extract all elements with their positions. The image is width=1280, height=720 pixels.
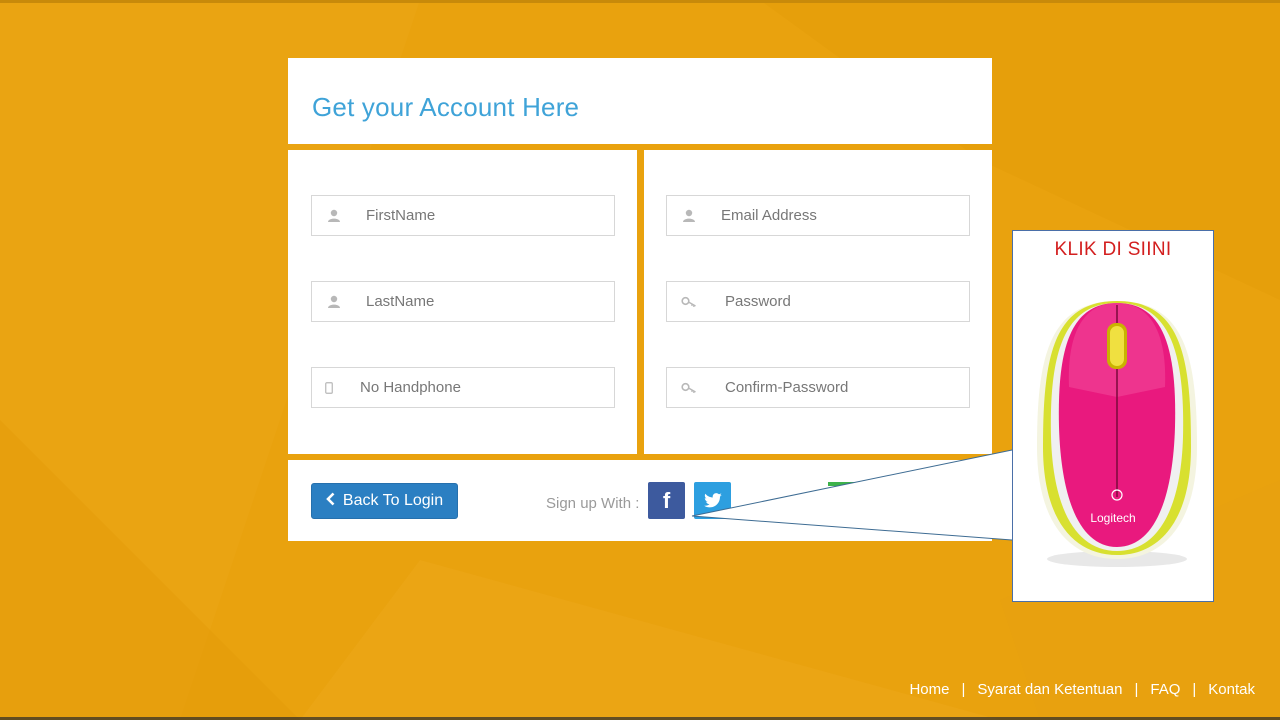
phone-input[interactable] — [346, 368, 586, 407]
hidden-social-button — [828, 482, 868, 486]
first-name-input[interactable] — [356, 196, 596, 235]
phone-field[interactable] — [311, 367, 615, 408]
separator: | — [1134, 681, 1139, 698]
first-name-field[interactable] — [311, 195, 615, 236]
ad-title: KLIK DI SIINI — [1054, 239, 1172, 260]
facebook-button[interactable]: f — [648, 482, 685, 519]
back-to-login-label: Back To Login — [342, 492, 444, 509]
left-form-panel — [288, 150, 637, 454]
key-icon — [667, 368, 711, 407]
footer-link-terms[interactable]: Syarat dan Ketentuan — [977, 681, 1122, 698]
twitter-icon — [703, 492, 722, 507]
user-icon — [312, 282, 356, 321]
last-name-input[interactable] — [356, 282, 596, 321]
email-field[interactable] — [666, 195, 970, 236]
separator: | — [961, 681, 966, 698]
footer-nav: Home | Syarat dan Ketentuan | FAQ | Kont… — [909, 681, 1255, 698]
footer-link-home[interactable]: Home — [909, 681, 949, 698]
user-icon — [667, 196, 711, 235]
signup-label: Sign up With : — [546, 495, 640, 512]
ad-brand-label: Logitech — [1090, 511, 1136, 525]
user-icon — [312, 196, 356, 235]
confirm-password-field[interactable] — [666, 367, 970, 408]
ad-banner[interactable]: KLIK DI SIINI Logitech — [1012, 230, 1214, 602]
chevron-left-icon — [326, 492, 335, 510]
password-field[interactable] — [666, 281, 970, 322]
header-panel: Get your Account Here — [288, 58, 992, 144]
email-input[interactable] — [711, 196, 951, 235]
back-to-login-button[interactable]: Back To Login — [311, 483, 458, 519]
mouse-image — [1037, 301, 1197, 567]
key-icon — [667, 282, 711, 321]
footer-link-faq[interactable]: FAQ — [1150, 681, 1180, 698]
top-border — [0, 0, 1280, 3]
footer-link-contact[interactable]: Kontak — [1208, 681, 1255, 698]
last-name-field[interactable] — [311, 281, 615, 322]
right-form-panel — [644, 150, 992, 454]
twitter-button[interactable] — [694, 482, 731, 519]
actions-panel: Back To Login Sign up With : f — [288, 460, 992, 541]
separator: | — [1192, 681, 1197, 698]
confirm-password-input[interactable] — [711, 368, 951, 407]
phone-icon — [312, 368, 346, 407]
password-input[interactable] — [711, 282, 951, 321]
page-title: Get your Account Here — [312, 92, 580, 122]
facebook-icon: f — [662, 487, 671, 513]
